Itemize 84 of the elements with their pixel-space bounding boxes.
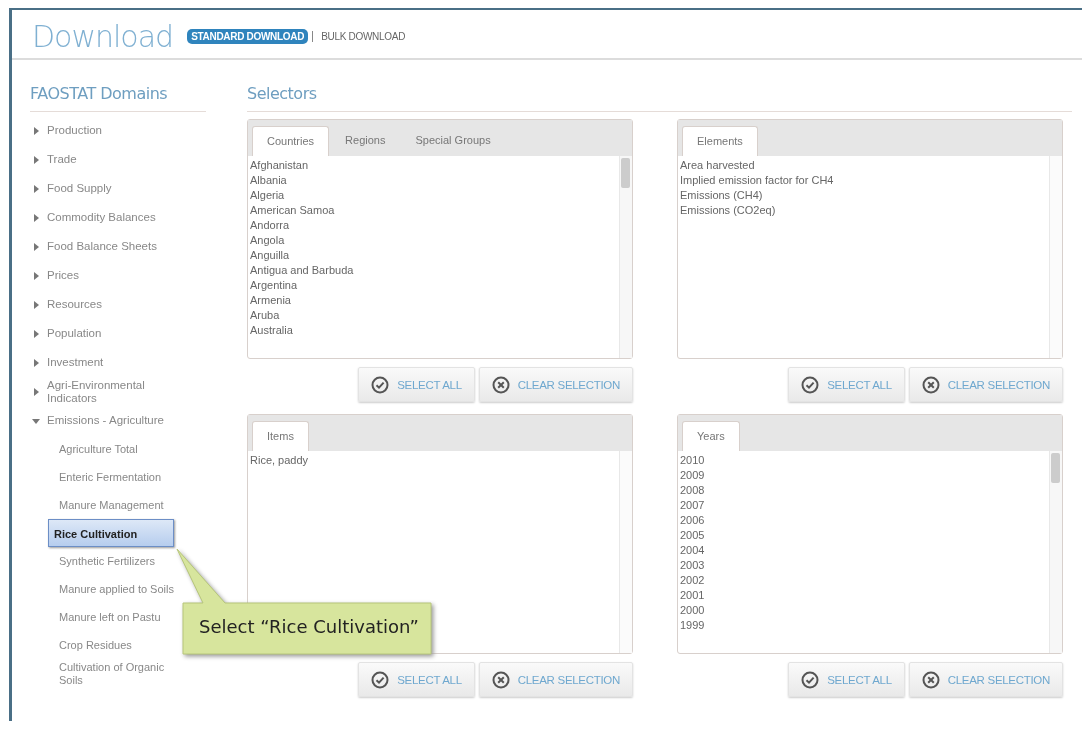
list-option[interactable]: 2010 xyxy=(680,453,1049,468)
scrollbar[interactable] xyxy=(619,156,632,358)
subdomain-item[interactable]: Agriculture Total xyxy=(48,435,138,463)
selector-tab[interactable]: Years xyxy=(682,421,740,451)
list-option[interactable]: Armenia xyxy=(250,293,619,308)
scrollbar[interactable] xyxy=(1049,156,1062,358)
list-option[interactable]: 1999 xyxy=(680,618,1049,633)
section-title: Selectors xyxy=(247,60,1072,112)
list-option[interactable]: Rice, paddy xyxy=(250,453,619,468)
domain-item[interactable]: Population xyxy=(30,319,206,348)
subdomain-item[interactable]: Manure Management xyxy=(48,491,164,519)
collapsed-caret-icon xyxy=(32,184,40,193)
x-circle-icon xyxy=(491,375,510,394)
subdomain-item[interactable]: Cultivation of Organic Soils xyxy=(48,659,168,691)
domain-item[interactable]: Production xyxy=(30,116,206,145)
list-option[interactable]: 2001 xyxy=(680,588,1049,603)
collapsed-caret-icon xyxy=(32,271,40,280)
list-option[interactable]: Emissions (CH4) xyxy=(680,188,1049,203)
domain-item[interactable]: Food Supply xyxy=(30,174,206,203)
scrollbar[interactable] xyxy=(619,451,632,653)
subdomain-item[interactable]: Manure left on Pastu xyxy=(48,603,161,631)
subdomain-item[interactable]: Crop Residues xyxy=(48,631,132,659)
check-circle-icon xyxy=(371,670,390,689)
list-option[interactable]: Andorra xyxy=(250,218,619,233)
collapsed-caret-icon xyxy=(32,300,40,309)
scrollbar[interactable] xyxy=(1049,451,1062,653)
list-option[interactable]: Emissions (CO2eq) xyxy=(680,203,1049,218)
subdomain-item[interactable]: Enteric Fermentation xyxy=(48,463,162,491)
domain-item[interactable]: Prices xyxy=(30,261,206,290)
domain-item[interactable]: Investment xyxy=(30,348,206,377)
domain-item[interactable]: Commodity Balances xyxy=(30,203,206,232)
selector-tab[interactable]: Countries xyxy=(252,126,330,156)
list-option[interactable]: American Samoa xyxy=(250,203,619,218)
download-tab[interactable]: BULK DOWNLOAD xyxy=(317,28,410,44)
list-option[interactable]: Afghanistan xyxy=(250,158,619,173)
list-option[interactable]: Anguilla xyxy=(250,248,619,263)
list-option[interactable]: 2005 xyxy=(680,528,1049,543)
collapsed-caret-icon xyxy=(32,213,40,222)
collapsed-caret-icon xyxy=(32,329,40,338)
list-option[interactable]: 2004 xyxy=(680,543,1049,558)
subdomain-item[interactable]: Synthetic Fertilizers xyxy=(48,547,155,575)
list-option[interactable]: Antigua and Barbuda xyxy=(250,263,619,278)
list-option[interactable]: 2003 xyxy=(680,558,1049,573)
list-option[interactable]: Angola xyxy=(250,233,619,248)
section-title: FAOSTAT Domains xyxy=(30,60,206,112)
list-option[interactable]: 2008 xyxy=(680,483,1049,498)
selector-tab[interactable]: Items xyxy=(252,421,309,451)
domain-item[interactable]: Food Balance Sheets xyxy=(30,232,206,261)
list-option[interactable]: Aruba xyxy=(250,308,619,323)
list-option[interactable]: 2009 xyxy=(680,468,1049,483)
selector-tab[interactable]: Special Groups xyxy=(401,126,505,156)
subdomain-item[interactable]: Manure applied to Soils xyxy=(48,575,174,603)
list-option[interactable]: Algeria xyxy=(250,188,619,203)
collapsed-caret-icon xyxy=(32,242,40,251)
x-circle-icon xyxy=(921,670,940,689)
collapsed-caret-icon xyxy=(32,387,40,396)
check-circle-icon xyxy=(801,375,820,394)
expanded-caret-icon xyxy=(32,416,40,425)
list-option[interactable]: 2006 xyxy=(680,513,1049,528)
callout-text: Select “Rice Cultivation” xyxy=(199,616,419,637)
x-circle-icon xyxy=(921,375,940,394)
check-circle-icon xyxy=(801,670,820,689)
domain-item[interactable]: Emissions - Agriculture xyxy=(30,406,206,435)
subdomain-item[interactable]: Rice Cultivation xyxy=(48,519,174,547)
domain-item[interactable]: Resources xyxy=(30,290,206,319)
list-option[interactable]: 2002 xyxy=(680,573,1049,588)
list-option[interactable]: 2000 xyxy=(680,603,1049,618)
collapsed-caret-icon xyxy=(32,155,40,164)
list-option[interactable]: 2007 xyxy=(680,498,1049,513)
page-title: Download xyxy=(32,18,174,54)
list-option[interactable]: Implied emission factor for CH4 xyxy=(680,173,1049,188)
x-circle-icon xyxy=(491,670,510,689)
list-option[interactable]: Argentina xyxy=(250,278,619,293)
domain-item[interactable]: Agri-Environmental Indicators xyxy=(30,377,206,406)
selector-tab[interactable]: Regions xyxy=(331,126,400,156)
selector-tab[interactable]: Elements xyxy=(682,126,758,156)
download-tab[interactable]: STANDARD DOWNLOAD xyxy=(187,28,309,44)
check-circle-icon xyxy=(371,375,390,394)
list-option[interactable]: Australia xyxy=(250,323,619,338)
list-option[interactable]: Albania xyxy=(250,173,619,188)
collapsed-caret-icon xyxy=(32,358,40,367)
list-option[interactable]: Area harvested xyxy=(680,158,1049,173)
collapsed-caret-icon xyxy=(32,126,40,135)
domain-item[interactable]: Trade xyxy=(30,145,206,174)
